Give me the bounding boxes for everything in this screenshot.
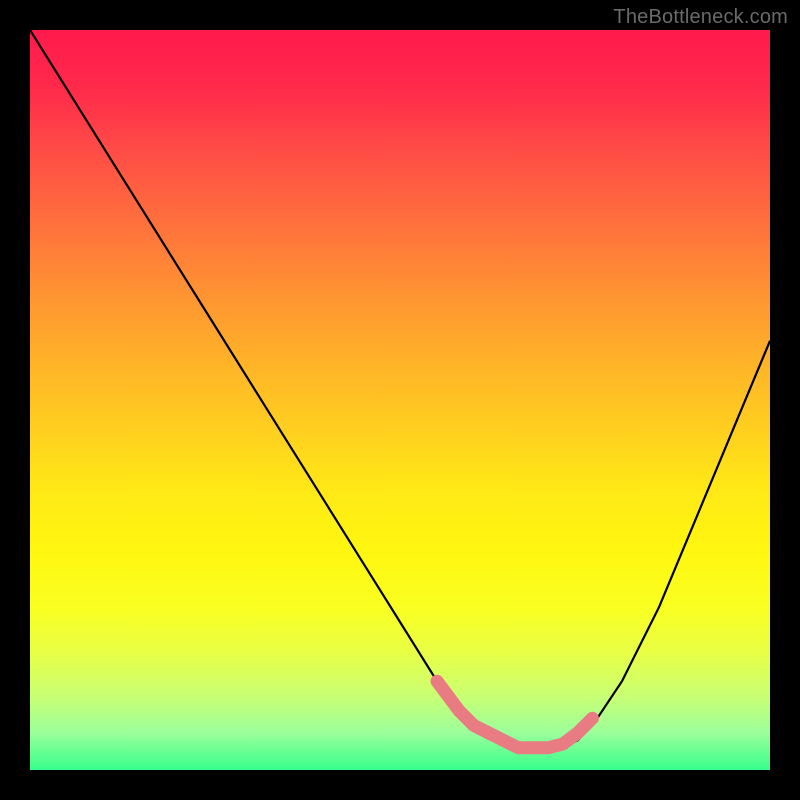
chart-svg [30,30,770,770]
chart-frame: TheBottleneck.com [0,0,800,800]
watermark-label: TheBottleneck.com [613,6,788,29]
plot-area [30,30,770,770]
bottleneck-curve [30,30,770,752]
highlight-band [437,681,592,748]
